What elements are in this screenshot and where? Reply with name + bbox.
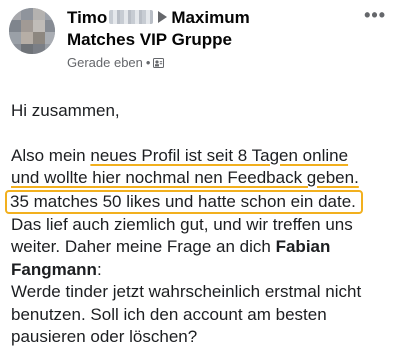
highlighted-profile-text: neues Profil ist seit 8 Tagen online [90, 145, 349, 165]
meta-separator: • [145, 55, 151, 70]
author-name[interactable]: Timo [67, 8, 107, 27]
group-name-part1[interactable]: Maximum [171, 8, 249, 27]
redacted-surname [109, 10, 154, 24]
body-line-9: pausieren oder löschen? [11, 327, 198, 346]
greeting-line: Hi zusammen, [11, 101, 120, 120]
body-line-3: 35 matches 50 likes und hatte schon ein … [5, 189, 400, 214]
triangle-right-icon [158, 11, 168, 23]
mention-fabian-fangmann[interactable]: Fabian [276, 237, 331, 256]
group-name-part2[interactable]: Matches VIP Gruppe [67, 30, 232, 49]
group-members-icon [153, 58, 165, 68]
post-header: Timo Maximum Matches VIP Gruppe Gerade eb… [67, 7, 357, 71]
body-line-5: weiter. Daher meine Frage an dich Fabian [11, 236, 400, 259]
body-line-7: Werde tinder jetzt wahrscheinlich erstma… [11, 282, 362, 301]
body-line-4: Das lief auch ziemlich gut, und wir tref… [11, 214, 353, 234]
highlighted-stats-box: 35 matches 50 likes und hatte schon ein … [5, 189, 363, 214]
body-line-6: Fangmann: [11, 259, 400, 282]
post-timestamp[interactable]: Gerade eben [67, 55, 143, 70]
paragraph-main: Also mein neues Profil ist seit 8 Tagen … [5, 145, 400, 349]
author-avatar[interactable] [9, 8, 55, 54]
body-line-2: und wollte hier nochmal nen Feedback geb… [11, 168, 359, 187]
post-body: Hi zusammen, Also mein neues Profil ist … [5, 100, 400, 355]
mention-fabian-fangmann-cont[interactable]: Fangmann [11, 260, 97, 279]
post-meta: Gerade eben • [67, 55, 357, 71]
facebook-group-post: Timo Maximum Matches VIP Gruppe Gerade eb… [0, 0, 400, 355]
body-line-5-text: weiter. Daher meine Frage an dich [11, 237, 276, 256]
body-line-6-colon: : [96, 259, 102, 279]
author-and-group: Timo Maximum Matches VIP Gruppe [67, 7, 357, 51]
more-options-icon[interactable]: ••• [364, 6, 386, 24]
body-line-1: Also mein neues Profil ist seit 8 Tagen … [11, 145, 400, 168]
paragraph-greeting: Hi zusammen, [11, 100, 400, 123]
body-line-1-start: Also mein [11, 145, 91, 165]
body-line-8: benutzen. Soll ich den account am besten [11, 304, 327, 324]
